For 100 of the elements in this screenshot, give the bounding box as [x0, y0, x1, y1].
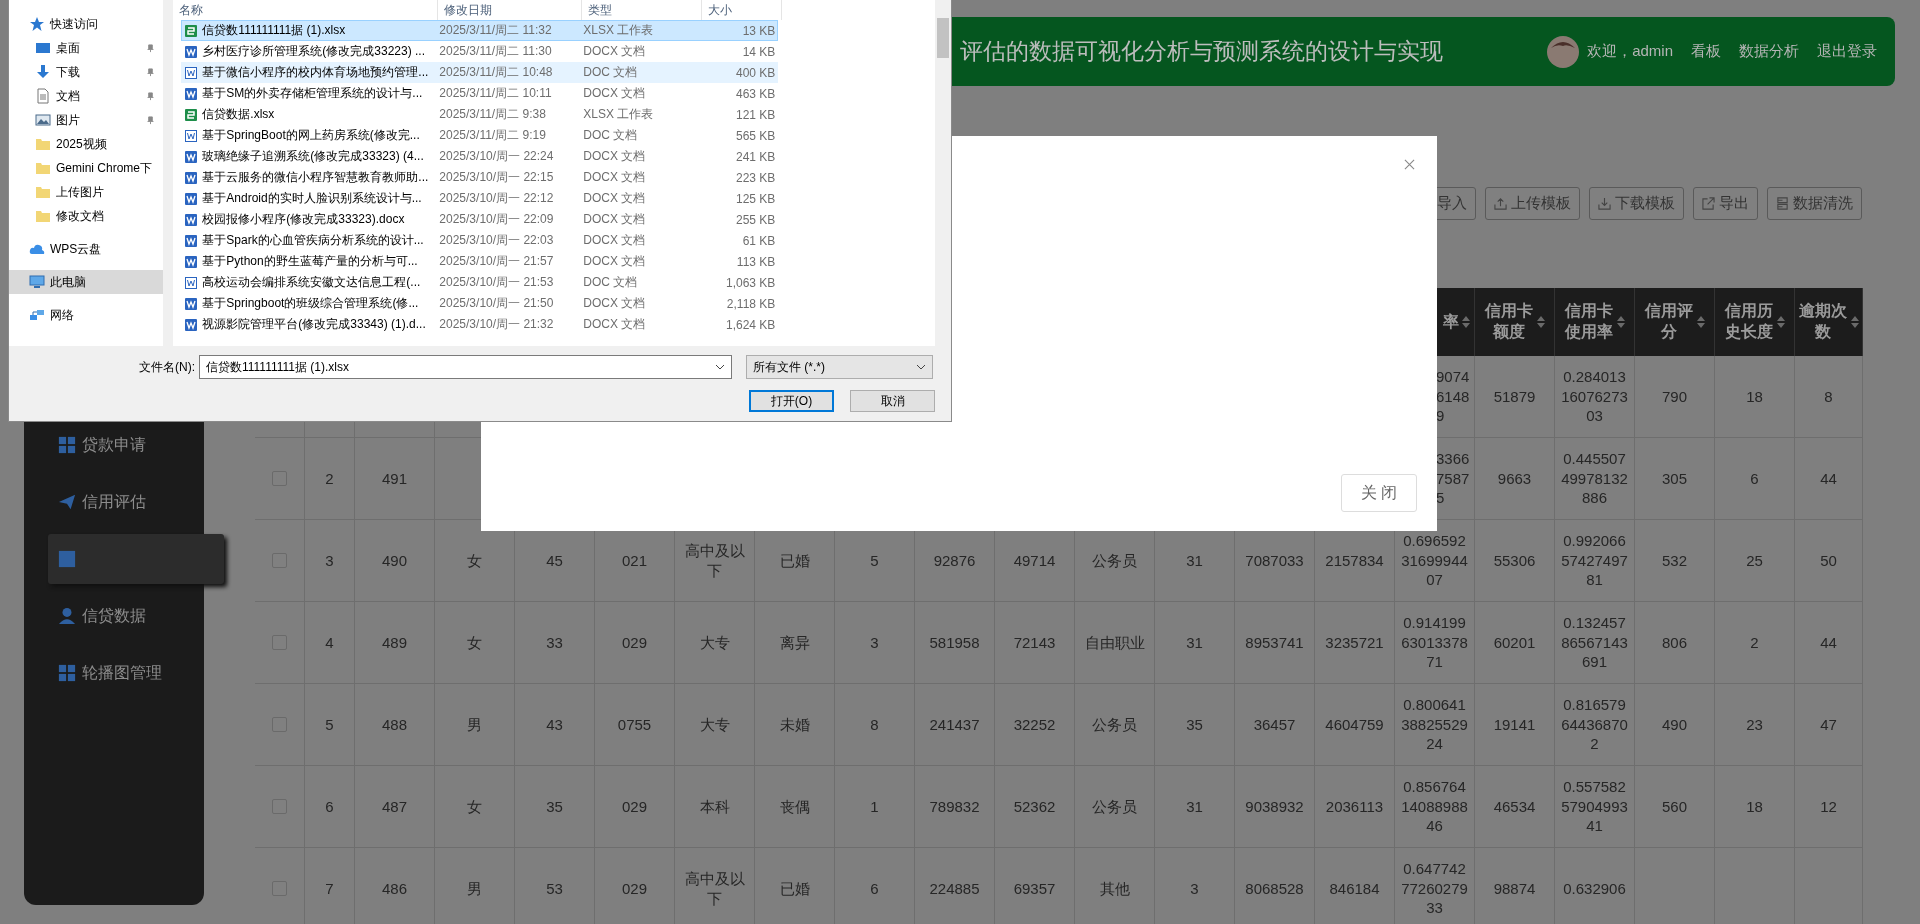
- table-cell-text: 25: [1745, 550, 1764, 571]
- table-cell-text: 486: [381, 878, 408, 899]
- table-cell-text: 581958: [928, 632, 981, 653]
- file-row[interactable]: 玻璃绝缘子追溯系统(修改完成33323) (4... 2025/3/10/周一 22:24 DOCX 文档 241 KB: [181, 146, 779, 167]
- table-cell-text: 0.8567641408898846: [1400, 777, 1469, 836]
- file-row[interactable]: 乡村医疗诊所管理系统(修改完成33223) ... 2025/3/11/周二 11:30 DOCX 文档 14 KB: [181, 41, 779, 62]
- close-button[interactable]: 关 闭: [1341, 474, 1417, 512]
- table-cell-text: 0755: [616, 714, 653, 735]
- column-header[interactable]: 逾期次数: [1798, 301, 1859, 343]
- nav-link[interactable]: 数据分析: [1739, 42, 1799, 61]
- file-row[interactable]: 信贷数据.xlsx 2025/3/11/周二 9:38 XLSX 工作表 121 KB: [181, 104, 779, 125]
- table-cell-text: 53: [545, 878, 564, 899]
- table-cell-text: 公务员: [1091, 550, 1138, 571]
- table-cell-text: 23: [1745, 714, 1764, 735]
- nav-item[interactable]: 上传图片: [9, 180, 164, 204]
- column-header[interactable]: 率: [1443, 311, 1470, 333]
- dialog-button[interactable]: 取消: [850, 390, 935, 412]
- file-row[interactable]: 信贷数111111111据 (1).xlsx 2025/3/11/周二 11:32 XLSX 工作表 13 KB: [181, 20, 779, 41]
- sort-icon[interactable]: [1537, 316, 1545, 328]
- table-cell-text: 021: [621, 550, 648, 571]
- nav-item[interactable]: 修改文档: [9, 204, 164, 228]
- table-cell-text: 5: [869, 550, 880, 571]
- column-header[interactable]: 信用评分: [1644, 301, 1705, 343]
- nav-item[interactable]: 图片: [9, 108, 164, 132]
- nav-item[interactable]: Gemini Chrome下: [9, 156, 164, 180]
- close-icon[interactable]: [1404, 159, 1415, 170]
- nav-item[interactable]: 2025视频: [9, 132, 164, 156]
- file-row[interactable]: 基于云服务的微信小程序智慧教育教师助... 2025/3/10/周一 22:15 DOCX 文档 223 KB: [181, 167, 779, 188]
- sort-icon[interactable]: [1697, 316, 1705, 328]
- document-file-icon: [184, 65, 199, 80]
- caret-icon: [916, 364, 926, 370]
- table-cell-text: 自由职业: [1083, 632, 1146, 653]
- file-row[interactable]: 基于SpringBoot的网上药房系统(修改完... 2025/3/11/周二 9:19 DOC 文档 565 KB: [181, 125, 779, 146]
- table-cell-text: 31: [1185, 632, 1204, 653]
- folder-icon: [35, 136, 51, 152]
- sort-icon[interactable]: [1462, 316, 1470, 328]
- table-cell-text: 241437: [928, 714, 981, 735]
- folder-icon: [35, 208, 51, 224]
- file-row[interactable]: 基于微信小程序的校内体育场地预约管理... 2025/3/11/周二 10:48 DOC 文档 400 KB: [181, 62, 779, 83]
- folder-icon: [35, 184, 51, 200]
- column-header[interactable]: 信用卡额度: [1484, 301, 1545, 343]
- file-row[interactable]: 基于Android的实时人脸识别系统设计与... 2025/3/10/周一 22:12 DOCX 文档 125 KB: [181, 188, 779, 209]
- network-icon: [29, 307, 45, 323]
- sort-icon[interactable]: [1851, 316, 1859, 328]
- table-cell-text: 790: [1661, 386, 1688, 407]
- welcome-text: 欢迎，admin: [1587, 42, 1673, 61]
- table-cell-text: 已婚: [778, 878, 811, 899]
- nav-item[interactable]: WPS云盘: [9, 237, 164, 261]
- nav-link[interactable]: 看板: [1691, 42, 1721, 61]
- nav-item[interactable]: 快速访问: [9, 12, 164, 36]
- sidebar-item[interactable]: 信用评估: [24, 477, 204, 527]
- table-cell-text: 6: [869, 878, 880, 899]
- table-cell-text: 532: [1661, 550, 1688, 571]
- document-icon: [35, 88, 51, 104]
- table-cell-text: 9663: [1496, 468, 1533, 489]
- table-cell-text: 69357: [1012, 878, 1057, 899]
- square-icon: [58, 550, 76, 568]
- nav-item[interactable]: 网络: [9, 303, 164, 327]
- file-row[interactable]: 基于SM的外卖存储柜管理系统的设计与... 2025/3/11/周二 10:11 DOCX 文档 463 KB: [181, 83, 779, 104]
- nav-item[interactable]: 文档: [9, 84, 164, 108]
- list-icon: [1776, 197, 1789, 210]
- nav-item[interactable]: 桌面: [9, 36, 164, 60]
- file-row[interactable]: 基于Python的野生蓝莓产量的分析与可... 2025/3/10/周一 21:57 DOCX 文档 113 KB: [181, 251, 779, 272]
- file-type-dropdown[interactable]: 所有文件 (*.*): [746, 355, 933, 379]
- table-cell-text: 46534: [1492, 796, 1537, 817]
- caret-icon: [715, 364, 725, 370]
- table-cell-text: 0.5575825790499341: [1560, 777, 1629, 836]
- word-file-icon: [184, 149, 199, 164]
- table-cell-text: 高中及以下: [683, 869, 746, 908]
- table-cell-text: 33: [545, 632, 564, 653]
- column-header[interactable]: 信用历史长度: [1724, 301, 1785, 343]
- sort-icon[interactable]: [1617, 316, 1625, 328]
- nav-item[interactable]: 此电脑: [9, 270, 164, 294]
- table-cell-text: 1: [869, 796, 880, 817]
- desktop-icon: [35, 40, 51, 56]
- table-cell-text: 8: [1823, 386, 1834, 407]
- file-name-field[interactable]: 信贷数111111111据 (1).xlsx: [199, 355, 732, 379]
- sidebar-item[interactable]: 信贷数据: [24, 591, 204, 641]
- table-cell-text: 0.6477427726027933: [1400, 859, 1469, 918]
- sidebar-item[interactable]: [48, 534, 224, 584]
- file-row[interactable]: 视源影院管理平台(修改完成33343) (1).d... 2025/3/10/周一 21:32 DOCX 文档 1,624 KB: [181, 314, 779, 335]
- nav-link[interactable]: 退出登录: [1817, 42, 1877, 61]
- table-cell-text: 本科: [698, 796, 731, 817]
- nav-item[interactable]: 下载: [9, 60, 164, 84]
- sidebar-item[interactable]: 贷款申请: [24, 420, 204, 470]
- word-file-icon: [184, 44, 199, 59]
- file-row[interactable]: 高校运动会编排系统安徽文达信息工程(... 2025/3/10/周一 21:53 DOC 文档 1,063 KB: [181, 272, 779, 293]
- table-cell-text: 公务员: [1091, 714, 1138, 735]
- sort-icon[interactable]: [1777, 316, 1785, 328]
- file-row[interactable]: 基于Spark的心血管疾病分析系统的设计... 2025/3/10/周一 22:03 DOCX 文档 61 KB: [181, 230, 779, 251]
- table-cell-text: 离异: [778, 632, 811, 653]
- grid-icon: [58, 436, 76, 454]
- sidebar-item[interactable]: 轮播图管理: [24, 648, 204, 698]
- column-header[interactable]: 信用卡使用率: [1564, 301, 1625, 343]
- file-row[interactable]: 基于Springboot的班级综合管理系统(修... 2025/3/10/周一 21:50 DOCX 文档 2,118 KB: [181, 293, 779, 314]
- document-file-icon: [184, 128, 199, 143]
- table-cell-text: 0.632906: [1562, 878, 1627, 899]
- file-row[interactable]: 校园报修小程序(修改完成33323).docx 2025/3/10/周一 22:09 DOCX 文档 255 KB: [181, 209, 779, 230]
- table-cell-text: 女: [466, 796, 483, 817]
- dialog-button[interactable]: 打开(O): [749, 390, 834, 412]
